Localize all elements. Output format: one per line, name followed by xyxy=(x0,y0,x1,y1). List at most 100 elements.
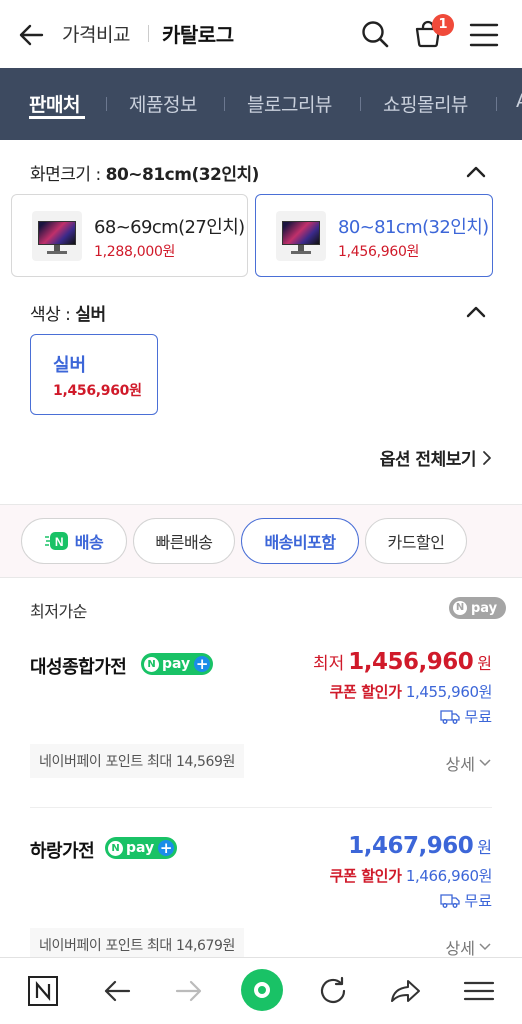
size-option-price: 1,288,000원 xyxy=(94,244,176,260)
view-all-options-label: 옵션 전체보기 xyxy=(379,450,477,470)
filter-chip-label: 빠른배송 xyxy=(155,533,213,552)
points-text: 네이버페이 포인트 최대 14,569원 xyxy=(39,754,236,770)
divider xyxy=(0,577,522,578)
seller-name[interactable]: 하랑가전 xyxy=(30,837,95,863)
tab-sellers[interactable]: 판매처 xyxy=(29,90,80,117)
coupon-price-row: 쿠폰 할인가 1,455,960원 xyxy=(329,681,493,702)
chevron-down-icon xyxy=(479,759,491,767)
coupon-label: 쿠폰 할인가 xyxy=(329,683,402,701)
search-icon[interactable] xyxy=(360,19,390,49)
size-option-label: 화면크기 : 80~81cm(32인치) xyxy=(30,160,259,185)
refresh-icon[interactable] xyxy=(316,974,350,1008)
npay-points-info: 네이버페이 포인트 최대 14,569원 xyxy=(30,744,245,778)
chevron-down-icon xyxy=(479,943,491,951)
npay-plus-badge: N pay + xyxy=(141,653,214,675)
seller-detail-link[interactable]: 상세 xyxy=(446,751,492,775)
chevron-up-icon[interactable] xyxy=(465,165,487,179)
npay-label: pay xyxy=(126,840,155,856)
tab-blog-reviews[interactable]: 블로그리뷰 xyxy=(247,90,332,117)
detail-label: 상세 xyxy=(445,939,475,958)
price-value: 1,467,960 xyxy=(348,833,474,859)
browser-bottom-nav xyxy=(0,957,522,1024)
price-unit: 원 xyxy=(477,838,492,857)
truck-icon xyxy=(440,894,461,908)
coupon-price-row: 쿠폰 할인가 1,466,960원 xyxy=(329,865,493,886)
breadcrumb[interactable]: 가격비교 xyxy=(62,20,130,47)
hamburger-menu-icon[interactable] xyxy=(469,21,499,49)
price-prefix: 최저 xyxy=(312,654,345,674)
tab-more-partial[interactable]: A xyxy=(516,90,522,112)
color-option-price: 1,456,960원 xyxy=(53,383,142,399)
color-option-key: 색상 : xyxy=(30,305,71,325)
chevron-right-icon xyxy=(483,450,491,465)
filter-chip-fast-delivery[interactable]: 빠른배송 xyxy=(133,518,235,564)
back-arrow-icon[interactable] xyxy=(100,974,134,1008)
price-value: 1,456,960 xyxy=(348,649,474,675)
filter-chip-label: 배송 xyxy=(74,533,104,552)
tab-divider xyxy=(496,97,497,111)
coupon-label: 쿠폰 할인가 xyxy=(329,867,402,885)
size-option-key: 화면크기 : xyxy=(30,165,101,185)
npay-n-icon: N xyxy=(144,656,159,672)
page-title: 카탈로그 xyxy=(162,23,234,47)
chevron-up-icon[interactable] xyxy=(465,305,487,319)
forward-arrow-icon[interactable] xyxy=(172,974,206,1008)
filter-chip-label: 배송비포함 xyxy=(264,533,336,552)
active-tab-underline xyxy=(29,116,85,119)
npay-label: pay xyxy=(471,600,498,616)
size-option-card-selected[interactable]: 80~81cm(32인치) 1,456,960원 xyxy=(255,194,493,277)
seller-detail-link[interactable]: 상세 xyxy=(446,935,492,959)
color-option-label: 색상 : 실버 xyxy=(30,300,106,325)
filter-chip-include-shipping[interactable]: 배송비포함 xyxy=(241,518,359,564)
shipping-info: 무료 xyxy=(440,890,492,911)
npay-n-icon: N xyxy=(453,601,467,615)
color-option-card-selected[interactable]: 실버 1,456,960원 xyxy=(30,334,158,415)
hamburger-menu-icon[interactable] xyxy=(462,974,496,1008)
size-option-name: 68~69cm(27인치) xyxy=(94,217,245,238)
sort-label[interactable]: 최저가순 xyxy=(30,598,87,622)
green-dot-home-button[interactable] xyxy=(241,969,283,1011)
seller-price[interactable]: 최저 1,456,960 원 xyxy=(313,649,492,675)
size-option-value: 80~81cm(32인치) xyxy=(105,165,260,185)
seller-name[interactable]: 대성종합가전 xyxy=(30,653,127,679)
points-text: 네이버페이 포인트 최대 14,679원 xyxy=(39,938,236,954)
size-option-card[interactable]: 68~69cm(27인치) 1,288,000원 xyxy=(11,194,248,277)
monitor-thumbnail xyxy=(32,211,82,261)
size-option-price: 1,456,960원 xyxy=(338,244,420,260)
truck-icon xyxy=(440,710,461,724)
filter-chip-card-discount[interactable]: 카드할인 xyxy=(365,518,467,564)
filter-chip-npay-delivery[interactable]: N 배송 xyxy=(21,518,127,564)
size-option-name: 80~81cm(32인치) xyxy=(338,217,489,238)
share-icon[interactable] xyxy=(389,974,423,1008)
shipping-label: 무료 xyxy=(464,892,492,910)
npay-n-icon: N xyxy=(108,840,123,856)
detail-label: 상세 xyxy=(445,755,475,774)
section-tab-bar: 판매처 제품정보 블로그리뷰 쇼핑몰리뷰 A xyxy=(0,68,522,140)
tab-mall-reviews[interactable]: 쇼핑몰리뷰 xyxy=(383,90,468,117)
app-header: 가격비교 카탈로그 1 xyxy=(0,0,522,68)
naver-home-icon[interactable] xyxy=(26,974,60,1008)
monitor-thumbnail xyxy=(276,211,326,261)
tab-product-info[interactable]: 제품정보 xyxy=(129,90,197,117)
color-option-name: 실버 xyxy=(53,355,87,376)
price-unit: 원 xyxy=(477,654,492,673)
tab-divider xyxy=(360,97,361,111)
coupon-price: 1,466,960원 xyxy=(405,867,493,885)
shipping-info: 무료 xyxy=(440,706,492,727)
breadcrumb-divider xyxy=(148,25,149,42)
seller-price[interactable]: 1,467,960 원 xyxy=(348,833,492,859)
tab-divider xyxy=(224,97,225,111)
npay-delivery-icon: N xyxy=(44,532,68,550)
npay-filter-toggle[interactable]: N pay xyxy=(449,597,506,619)
color-option-value: 실버 xyxy=(75,305,106,325)
row-divider xyxy=(30,807,492,808)
back-arrow-icon[interactable] xyxy=(16,20,46,50)
tab-divider xyxy=(106,97,107,111)
npay-label: pay xyxy=(162,656,191,672)
view-all-options-link[interactable]: 옵션 전체보기 xyxy=(380,445,492,470)
coupon-price: 1,455,960원 xyxy=(405,683,493,701)
plus-icon: + xyxy=(158,839,175,857)
npay-plus-badge: N pay + xyxy=(105,837,178,859)
plus-icon: + xyxy=(194,655,211,673)
shipping-label: 무료 xyxy=(464,708,492,726)
